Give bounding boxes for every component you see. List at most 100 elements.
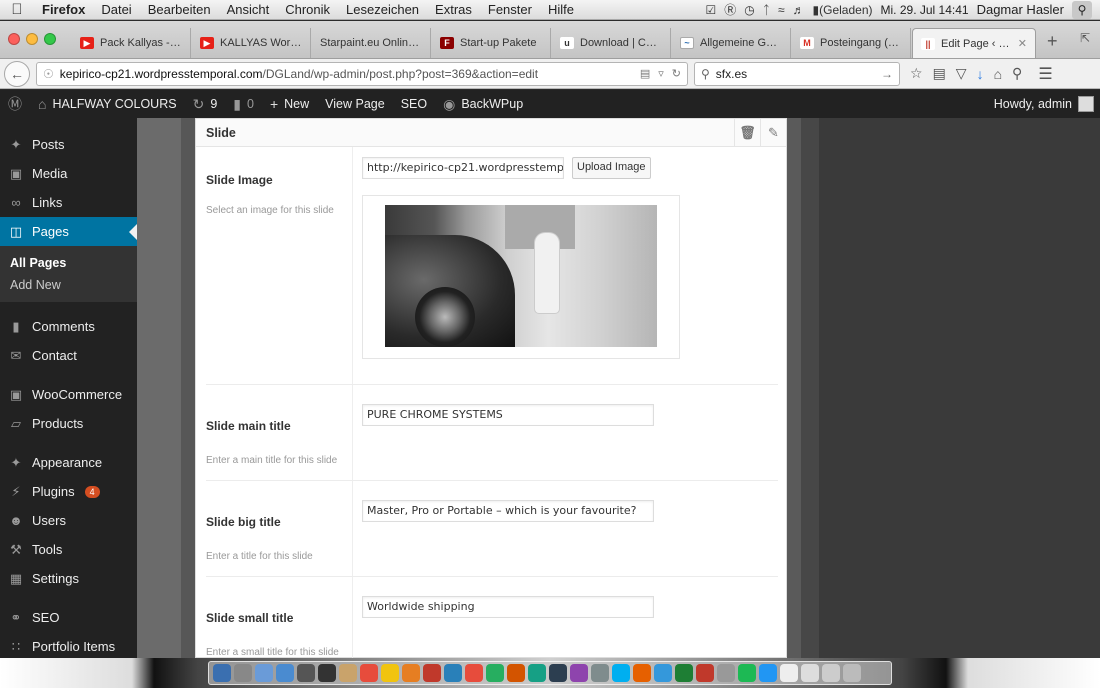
chat-icon[interactable]: ⚲ — [1012, 65, 1022, 82]
backwpup-item[interactable]: ◉ BackWPup — [435, 90, 531, 118]
home-icon[interactable]: ⌂ — [994, 66, 1002, 82]
volume-icon[interactable]: ♬ — [793, 3, 805, 17]
search-go-icon[interactable]: → — [881, 67, 893, 81]
comments-item[interactable]: ▮ 0 — [225, 90, 262, 118]
sidebar-item-portfolio[interactable]: ∷ Portfolio Items — [0, 632, 137, 661]
app-icon[interactable] — [759, 664, 777, 682]
bluetooth-icon[interactable]: ᛏ — [763, 3, 770, 17]
app-icon[interactable] — [717, 664, 735, 682]
sidebar-subitem-add-new[interactable]: Add New — [0, 274, 137, 296]
tab-download-car[interactable]: u Download | Car... — [552, 28, 671, 58]
trash-icon[interactable]: 🗑 — [734, 118, 760, 147]
mail-icon[interactable] — [276, 664, 294, 682]
sidebar-item-plugins[interactable]: ⚡ Plugins 4 — [0, 477, 137, 506]
updates-item[interactable]: ↻ 9 — [185, 90, 226, 118]
sidebar-item-woocommerce[interactable]: ▣ WooCommerce — [0, 380, 137, 409]
menu-lesezeichen[interactable]: Lesezeichen — [338, 2, 427, 17]
calendar-icon[interactable] — [360, 664, 378, 682]
launchpad-icon[interactable] — [234, 664, 252, 682]
menubar-user[interactable]: Dagmar Hasler — [977, 2, 1064, 17]
tab-edit-page[interactable]: || Edit Page ‹ H... ✕ — [912, 28, 1036, 58]
back-button[interactable]: ← — [4, 60, 30, 87]
sidebar-item-tools[interactable]: ⚒ Tools — [0, 535, 137, 564]
contacts-icon[interactable] — [339, 664, 357, 682]
view-page-item[interactable]: View Page — [317, 90, 393, 118]
close-tab-icon[interactable]: ✕ — [1018, 37, 1027, 50]
sidebar-item-pages[interactable]: ◫ Pages — [0, 217, 137, 246]
word-icon[interactable] — [444, 664, 462, 682]
slide-main-title-input[interactable]: PURE CHROME SYSTEMS — [362, 404, 654, 426]
tab-posteingang[interactable]: M Posteingang (9) ... — [792, 28, 911, 58]
search-bar[interactable]: ⚲ sfx.es → — [694, 61, 900, 86]
app-icon[interactable] — [528, 664, 546, 682]
slide-image-url-input[interactable]: http://kepirico-cp21.wordpresstempo — [362, 157, 564, 179]
spotify-icon[interactable] — [738, 664, 756, 682]
document-icon[interactable] — [801, 664, 819, 682]
powerpoint-icon[interactable] — [465, 664, 483, 682]
menubar-clock[interactable]: Mi. 29. Jul 14:41 — [881, 3, 969, 17]
document-icon[interactable] — [780, 664, 798, 682]
sidebar-item-products[interactable]: ▱ Products — [0, 409, 137, 438]
search-engine-icon[interactable]: ⚲ — [701, 67, 710, 81]
menu-ansicht[interactable]: Ansicht — [219, 2, 278, 17]
seo-item[interactable]: SEO — [393, 90, 435, 118]
clock-app-icon[interactable] — [318, 664, 336, 682]
app-icon[interactable] — [654, 664, 672, 682]
sidebar-item-settings[interactable]: ▦ Settings — [0, 564, 137, 593]
download-icon[interactable]: ↓ — [977, 66, 984, 82]
menu-firefox[interactable]: Firefox — [34, 2, 93, 17]
fullscreen-icon[interactable]: ⇱ — [1080, 31, 1090, 45]
new-tab-button[interactable]: + — [1037, 31, 1068, 58]
music-icon[interactable] — [423, 664, 441, 682]
reader-view-icon[interactable]: ▤ — [640, 67, 650, 80]
bookmarks-list-icon[interactable]: ▤ — [933, 65, 946, 82]
slide-small-title-input[interactable]: Worldwide shipping — [362, 596, 654, 618]
excel-icon[interactable] — [675, 664, 693, 682]
clock-icon[interactable]: ◷ — [744, 3, 754, 17]
skype-app-icon[interactable] — [612, 664, 630, 682]
finder-icon[interactable] — [213, 664, 231, 682]
tab-startup-pakete[interactable]: F Start-up Pakete — [432, 28, 551, 58]
app-icon[interactable] — [549, 664, 567, 682]
tab-kallyas-wordpress[interactable]: ▶ KALLYAS WordPr... — [192, 28, 311, 58]
sidebar-item-comments[interactable]: ▮ Comments — [0, 312, 137, 341]
search-input[interactable]: sfx.es — [716, 67, 747, 81]
tab-pack-kallyas[interactable]: ▶ Pack Kallyas - El... — [72, 28, 191, 58]
sidebar-subitem-all-pages[interactable]: All Pages — [0, 252, 137, 274]
tab-starpaint[interactable]: Starpaint.eu Onlines... — [312, 28, 431, 58]
trash-can-icon[interactable] — [843, 664, 861, 682]
wifi-icon[interactable]: ≈ — [778, 3, 785, 17]
document-icon[interactable] — [822, 664, 840, 682]
sidebar-item-media[interactable]: ▣ Media — [0, 159, 137, 188]
chrome-icon[interactable] — [486, 664, 504, 682]
notes-icon[interactable] — [381, 664, 399, 682]
menu-hilfe[interactable]: Hilfe — [540, 2, 582, 17]
app-icon[interactable] — [507, 664, 525, 682]
menu-chronik[interactable]: Chronik — [277, 2, 338, 17]
upload-image-button[interactable]: Upload Image — [572, 157, 651, 179]
bookmark-star-icon[interactable]: ☆ — [910, 65, 923, 82]
menu-bearbeiten[interactable]: Bearbeiten — [140, 2, 219, 17]
edit-icon[interactable]: ✎ — [760, 118, 786, 147]
spotlight-search-icon[interactable]: ⚲ — [1072, 0, 1092, 19]
photos-icon[interactable] — [402, 664, 420, 682]
apple-menu-icon[interactable]:  — [0, 1, 34, 18]
minimize-window-icon[interactable] — [26, 33, 38, 45]
skype-icon[interactable]: Ⓡ — [724, 1, 736, 18]
wp-logo-item[interactable]: Ⓜ — [0, 90, 30, 118]
sidebar-item-posts[interactable]: ✦ Posts — [0, 130, 137, 159]
reload-icon[interactable]: ↻ — [672, 67, 681, 80]
firefox-app-icon[interactable] — [633, 664, 651, 682]
sidebar-item-contact[interactable]: ✉ Contact — [0, 341, 137, 370]
close-window-icon[interactable] — [8, 33, 20, 45]
sidebar-item-users[interactable]: ☻ Users — [0, 506, 137, 535]
app-icon[interactable] — [591, 664, 609, 682]
account-menu[interactable]: Howdy, admin — [994, 96, 1100, 112]
url-bar[interactable]: ☉ kepirico-cp21.wordpresstemporal.com/DG… — [36, 61, 688, 86]
slide-big-title-input[interactable]: Master, Pro or Portable – which is your … — [362, 500, 654, 522]
dropdown-icon[interactable]: ▿ — [658, 67, 664, 80]
menu-extras[interactable]: Extras — [427, 2, 480, 17]
menu-hamburger-icon[interactable]: ☰ — [1038, 64, 1052, 84]
zoom-window-icon[interactable] — [44, 33, 56, 45]
new-content-item[interactable]: + New — [262, 90, 317, 118]
